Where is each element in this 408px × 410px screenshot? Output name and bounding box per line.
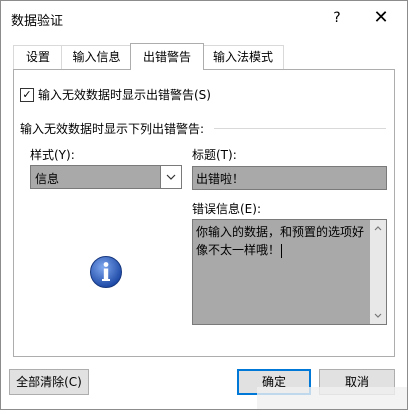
information-icon (90, 256, 122, 288)
tab-error-alert[interactable]: 出错警告 (130, 43, 204, 70)
tab-ime-mode[interactable]: 输入法模式 (202, 45, 284, 69)
error-message-text: 你输入的数据，和预置的选项好像不太一样哦！ (196, 225, 365, 257)
close-button[interactable]: ✕ (367, 7, 395, 29)
scroll-up-icon[interactable] (374, 226, 382, 231)
style-select-value: 信息 (35, 172, 60, 186)
style-select[interactable]: 信息 (30, 165, 182, 189)
tab-input-message[interactable]: 输入信息 (61, 45, 132, 69)
title-input[interactable]: 出错啦！ (192, 166, 387, 190)
style-dropdown-button[interactable] (160, 166, 181, 188)
show-alert-checkbox[interactable]: ✓ (20, 87, 34, 102)
title-label: 标题(T): (192, 148, 237, 162)
text-caret (281, 243, 283, 258)
show-alert-checkbox-row[interactable]: ✓ 输入无效数据时显示出错警告(S) (20, 86, 211, 103)
watermark-overlay (257, 387, 407, 409)
show-alert-checkbox-label[interactable]: 输入无效数据时显示出错警告(S) (38, 86, 211, 103)
error-message-scrollbar[interactable] (370, 220, 386, 324)
data-validation-dialog: 数据验证 ? ✕ 设置 输入信息 出错警告 输入法模式 ✓ 输入无效数据时显示出… (0, 0, 408, 410)
scroll-down-icon[interactable] (374, 313, 382, 318)
dialog-title: 数据验证 (11, 14, 64, 29)
section-label: 输入无效数据时显示下列出错警告: (20, 122, 205, 136)
help-button[interactable]: ? (323, 7, 351, 29)
tab-settings[interactable]: 设置 (13, 45, 63, 69)
style-label: 样式(Y): (30, 148, 75, 162)
error-alert-panel: ✓ 输入无效数据时显示出错警告(S) 输入无效数据时显示下列出错警告: 样式(Y… (13, 69, 395, 357)
chevron-down-icon (166, 174, 176, 180)
error-message-label: 错误信息(E): (192, 202, 261, 216)
section-divider (214, 128, 386, 129)
clear-all-button[interactable]: 全部清除(C) (9, 369, 89, 395)
error-message-textarea[interactable]: 你输入的数据，和预置的选项好像不太一样哦！ (192, 219, 387, 325)
title-bar: 数据验证 ? ✕ (1, 1, 407, 35)
